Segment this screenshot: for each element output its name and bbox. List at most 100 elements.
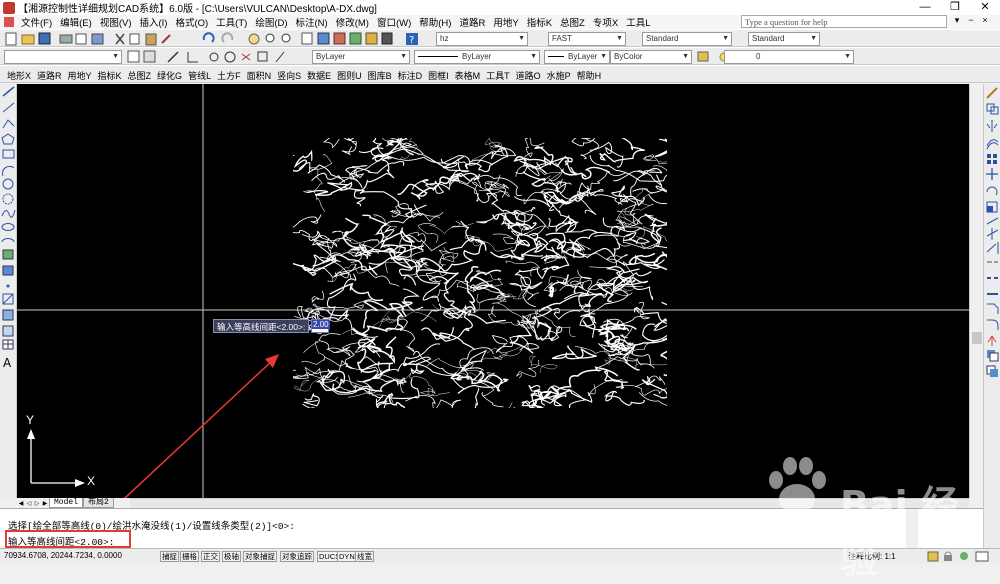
match-prop-icon [161, 34, 171, 44]
dynamic-input-value: 2.00 [312, 320, 330, 329]
polar-toggle[interactable]: 极轴 [222, 551, 241, 562]
fillet-icon [987, 319, 999, 330]
chamfer-icon [987, 303, 999, 314]
pan-icon [248, 33, 260, 45]
plugin-terrain[interactable]: 地形X [4, 69, 34, 82]
layer-state-combo[interactable]: 0 ▼ [724, 50, 854, 64]
menu-tools-l[interactable]: 工具L [622, 15, 654, 29]
menu-insert[interactable]: 插入(I) [135, 15, 171, 29]
stretch-icon [986, 217, 999, 225]
svg-text:?: ? [409, 35, 414, 46]
dim-style-combo[interactable]: Standard ▼ [642, 32, 732, 46]
ortho-toggle[interactable]: 正交 [201, 551, 220, 562]
menu-help[interactable]: 帮助(H) [415, 15, 455, 29]
copy-icon [129, 33, 140, 45]
menu-draw[interactable]: 绘图(D) [251, 15, 291, 29]
tab-last-icon[interactable]: ▶ [41, 500, 49, 507]
color-combo[interactable]: ByLayer ▼ [312, 50, 410, 64]
plotstyle-combo[interactable]: ByColor ▼ [610, 50, 692, 64]
grid-toggle[interactable]: 栅格 [180, 551, 199, 562]
plugin-vertical[interactable]: 竖向S [274, 69, 304, 82]
doc-minimize-button[interactable]: − [964, 15, 978, 28]
plugin-frame[interactable]: 图框I [425, 69, 452, 82]
menu-siteplan[interactable]: 总图Z [556, 15, 589, 29]
rectangle-icon [2, 149, 15, 159]
plugin-plan-rules[interactable]: 图则U [334, 69, 365, 82]
snap-quad-icon [257, 51, 268, 62]
plugin-annotate[interactable]: 标注D [395, 69, 426, 82]
snap-toggle[interactable]: 捕捉 [160, 551, 179, 562]
text-style-combo[interactable]: Standard ▼ [748, 32, 820, 46]
layer-combo[interactable]: hz ▼ [436, 32, 528, 46]
doc-close-button[interactable]: × [978, 15, 992, 28]
menu-modify[interactable]: 修改(M) [332, 15, 373, 29]
tab-first-icon[interactable]: ◀ [17, 500, 25, 507]
plugin-road[interactable]: 道路R [34, 69, 65, 82]
plugin-tools[interactable]: 工具T [483, 69, 513, 82]
plugin-siteplan[interactable]: 总图Z [125, 69, 155, 82]
line-icon [2, 86, 15, 97]
plugin-area[interactable]: 面积N [244, 69, 275, 82]
tab-model[interactable]: Model [49, 498, 84, 508]
menu-index[interactable]: 指标K [523, 15, 556, 29]
snap-center-icon [224, 51, 236, 63]
vertical-scrollbar[interactable] [969, 84, 983, 498]
properties-icon [301, 32, 313, 45]
menu-tools[interactable]: 工具(T) [212, 15, 251, 29]
draworder-icon [987, 350, 999, 362]
plugin-water[interactable]: 水施P [544, 69, 574, 82]
tab-prev-icon[interactable]: ◁ [25, 500, 33, 507]
layer-prev-icon [143, 50, 156, 63]
open-file-icon [21, 34, 35, 45]
dyn-toggle[interactable]: DYN [337, 551, 357, 562]
plugin-data[interactable]: 数据E [304, 69, 334, 82]
tab-layout2[interactable]: 布局2 [83, 498, 114, 508]
close-button[interactable]: ✕ [970, 0, 1000, 15]
menu-edit[interactable]: 编辑(E) [56, 15, 96, 29]
menu-window[interactable]: 窗口(W) [373, 15, 415, 29]
lineweight-toggle[interactable]: 线宽 [355, 551, 374, 562]
menu-file[interactable]: 文件(F) [17, 15, 56, 29]
spline-icon [1, 209, 16, 218]
menu-special[interactable]: 专项X [589, 15, 622, 29]
plugin-menu-toolbar: 地形X 道路R 用地Y 指标K 总图Z 绿化G 管线L 土方F 面积N 竖向S … [0, 65, 1000, 83]
menu-view[interactable]: 视图(V) [96, 15, 136, 29]
text-style-font-combo[interactable]: FAST ▼ [548, 32, 626, 46]
minimize-button[interactable]: — [910, 0, 940, 15]
otrack-toggle[interactable]: 对象追踪 [280, 551, 314, 562]
menu-dimension[interactable]: 标注(N) [292, 15, 332, 29]
dynamic-input-field[interactable]: 2.00 [311, 319, 330, 333]
menu-landuse[interactable]: 用地Y [489, 15, 522, 29]
scroll-thumb[interactable] [972, 332, 982, 344]
menu-format[interactable]: 格式(O) [171, 15, 212, 29]
plugin-help[interactable]: 帮助H [574, 69, 605, 82]
maximize-button[interactable]: ❐ [940, 0, 970, 15]
lineweight-combo[interactable]: ByLayer ▼ [544, 50, 610, 64]
plugin-table[interactable]: 表格M [452, 69, 484, 82]
help-dropdown-icon[interactable]: ▾ [950, 15, 964, 28]
help-search-input[interactable]: Type a question for help [741, 15, 947, 28]
blank-combo[interactable]: ▼ [4, 50, 122, 64]
plugin-landuse[interactable]: 用地Y [65, 69, 95, 82]
plugin-road-o[interactable]: 道路O [513, 69, 544, 82]
plugin-index[interactable]: 指标K [95, 69, 125, 82]
osnap-toggle[interactable]: 对象捕捉 [243, 551, 277, 562]
app-icon [3, 1, 15, 14]
zoom-icon [265, 33, 275, 43]
tab-next-icon[interactable]: ▷ [33, 500, 41, 507]
plugin-greening[interactable]: 绿化G [154, 69, 185, 82]
drawing-canvas[interactable]: Y X [17, 84, 969, 498]
snap-node-icon [241, 53, 251, 61]
plugin-earthwork[interactable]: 土方F [214, 69, 244, 82]
title-bar: 【湘源控制性详细规划CAD系统】6.0版 - [C:\Users\VULCAN\… [0, 0, 1000, 15]
trim-icon [986, 228, 999, 240]
menu-road[interactable]: 道路R [455, 15, 489, 29]
callout-arrow [123, 354, 279, 498]
ucs-x-label: X [87, 474, 96, 488]
linetype-combo[interactable]: ByLayer ▼ [414, 50, 540, 64]
ucs-icon [27, 429, 85, 487]
document-icon[interactable] [4, 17, 14, 27]
plugin-library[interactable]: 图库B [365, 69, 395, 82]
plugin-pipeline[interactable]: 管线L [185, 69, 214, 82]
draworder-back-icon [986, 365, 998, 377]
